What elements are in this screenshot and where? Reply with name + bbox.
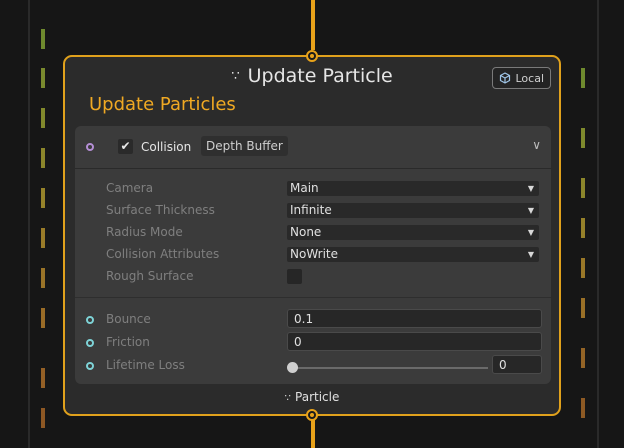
lane-marker: [41, 108, 45, 128]
bounce-field[interactable]: 0.1: [287, 309, 542, 328]
output-flow-edge[interactable]: [311, 420, 315, 448]
graph-lane-right: [597, 0, 599, 448]
surface-thickness-value: Infinite: [290, 203, 332, 217]
block-mode-tag: Depth Buffer: [201, 136, 288, 156]
dropdown-arrow-icon: ▼: [527, 228, 534, 237]
camera-dropdown[interactable]: Main ▼: [287, 181, 539, 196]
dropdown-arrow-icon: ▼: [527, 206, 534, 215]
lane-marker: [41, 228, 45, 248]
block-title: Collision: [141, 140, 192, 154]
camera-value: Main: [290, 181, 319, 195]
node-title-text: Update Particle: [247, 65, 393, 87]
lane-marker: [41, 308, 45, 328]
property-slot-icon[interactable]: [86, 316, 94, 324]
local-cube-icon: [500, 72, 511, 84]
lane-marker: [41, 368, 45, 388]
surface-thickness-label: Surface Thickness: [106, 203, 215, 217]
space-toggle-button[interactable]: Local: [492, 67, 551, 89]
update-particle-node[interactable]: ∵ Update Particle Local Update Particles …: [63, 50, 561, 421]
lifetime-loss-slider-track[interactable]: [292, 367, 488, 369]
lane-marker: [581, 348, 585, 368]
lane-marker: [41, 148, 45, 168]
lifetime-loss-label: Lifetime Loss: [106, 358, 185, 372]
output-label: ∵ Particle: [65, 390, 559, 404]
dropdown-arrow-icon: ▼: [527, 250, 534, 259]
radius-mode-value: None: [290, 225, 322, 239]
surface-thickness-dropdown[interactable]: Infinite ▼: [287, 203, 539, 218]
lane-marker: [41, 29, 45, 49]
dropdown-arrow-icon: ▼: [527, 184, 534, 193]
radius-mode-label: Radius Mode: [106, 225, 183, 239]
property-slot-icon[interactable]: [86, 362, 94, 370]
collision-block[interactable]: ✔ Collision Depth Buffer ∨ Camera Main ▼ …: [75, 126, 551, 384]
camera-label: Camera: [106, 181, 154, 195]
collision-attributes-dropdown[interactable]: NoWrite ▼: [287, 247, 539, 262]
friction-field[interactable]: 0: [287, 332, 542, 351]
property-slot-icon[interactable]: [86, 339, 94, 347]
lane-marker: [41, 188, 45, 208]
node-title: ∵ Update Particle: [65, 65, 559, 87]
lane-marker: [581, 298, 585, 318]
chevron-down-icon[interactable]: ∨: [532, 138, 541, 152]
lane-marker: [41, 68, 45, 88]
rough-surface-checkbox[interactable]: [287, 269, 302, 284]
lifetime-loss-slider-handle[interactable]: [287, 362, 298, 373]
graph-lane-left: [28, 0, 30, 448]
block-enabled-checkbox[interactable]: ✔: [118, 139, 133, 154]
lifetime-loss-field[interactable]: 0: [492, 355, 542, 374]
lane-marker: [581, 128, 585, 148]
lane-marker: [581, 258, 585, 278]
lane-marker: [581, 178, 585, 198]
bounce-label: Bounce: [106, 312, 151, 326]
lane-marker: [41, 268, 45, 288]
collision-attributes-label: Collision Attributes: [106, 247, 220, 261]
particle-dots-icon: ∵: [231, 69, 240, 84]
particle-dots-icon: ∵: [284, 393, 292, 404]
node-subtitle: Update Particles: [89, 94, 236, 115]
lane-marker: [581, 218, 585, 238]
rough-surface-label: Rough Surface: [106, 269, 194, 283]
lane-marker: [581, 398, 585, 418]
collision-attributes-value: NoWrite: [290, 247, 338, 261]
flow-input-port[interactable]: [306, 50, 318, 62]
lane-marker: [581, 68, 585, 88]
space-badge-label: Local: [515, 71, 544, 85]
radius-mode-dropdown[interactable]: None ▼: [287, 225, 539, 240]
friction-label: Friction: [106, 335, 150, 349]
output-label-text: Particle: [295, 390, 340, 404]
block-slot-icon[interactable]: [86, 143, 94, 151]
block-divider: [75, 297, 551, 298]
flow-output-port[interactable]: [306, 409, 318, 421]
input-flow-edge[interactable]: [311, 0, 315, 50]
block-header[interactable]: ✔ Collision Depth Buffer ∨: [75, 126, 551, 169]
lane-marker: [41, 408, 45, 428]
